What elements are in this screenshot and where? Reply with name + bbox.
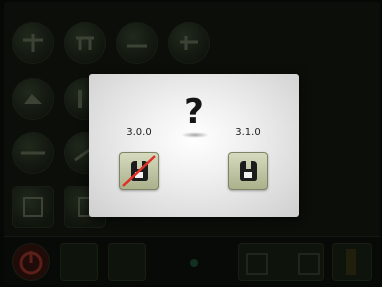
new-version-label: 3.1.0 bbox=[235, 127, 261, 138]
old-version-label: 3.0.0 bbox=[126, 127, 152, 138]
question-mark-shadow bbox=[181, 132, 209, 138]
strike-through-icon bbox=[122, 155, 156, 187]
keep-old-version-button[interactable] bbox=[119, 152, 159, 190]
firmware-chip-icon bbox=[240, 161, 257, 181]
firmware-chip-icon bbox=[122, 155, 156, 187]
install-new-version-button[interactable] bbox=[228, 152, 268, 190]
question-mark: ? bbox=[184, 92, 204, 132]
firmware-version-dialog: ? 3.0.0 3.1.0 bbox=[89, 74, 299, 217]
